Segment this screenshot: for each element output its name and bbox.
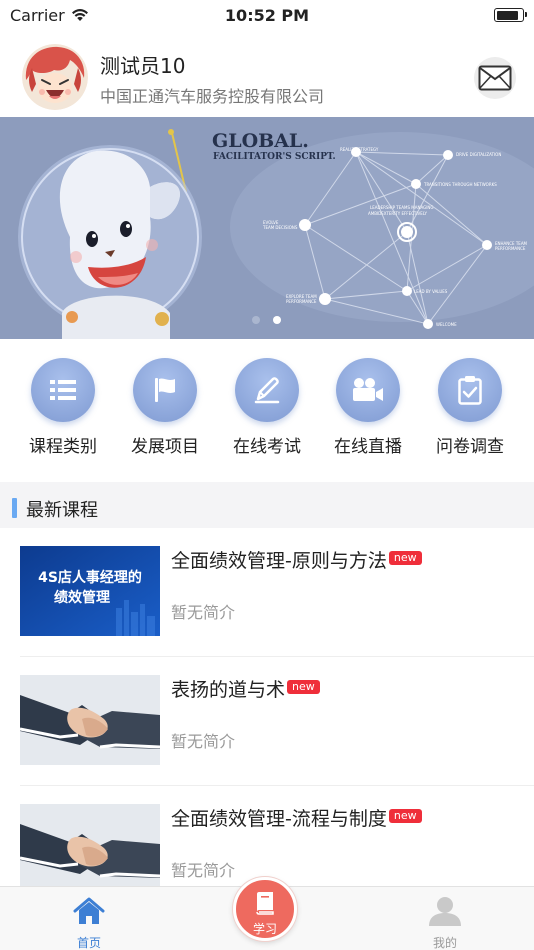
profile-header: 测试员10 中国正通汽车服务控股有限公司 xyxy=(0,40,534,116)
course-title-text: 全面绩效管理-流程与制度 xyxy=(171,808,387,830)
shortcut-development-projects[interactable]: 发展项目 xyxy=(115,358,215,457)
tab-home-label: 首页 xyxy=(76,936,101,950)
promo-banner[interactable]: REALIZE STRATEGY DRIVE DIGITALIZATION TR… xyxy=(0,117,534,339)
banner-illustration: REALIZE STRATEGY DRIVE DIGITALIZATION TR… xyxy=(0,117,534,339)
shortcut-label: 课程类别 xyxy=(29,437,97,457)
clipboard-check-icon xyxy=(458,376,482,405)
shortcut-grid: 课程类别 发展项目 在线考试 在线直播 问卷调查 xyxy=(0,358,534,468)
course-title-text: 表扬的道与术 xyxy=(171,679,286,701)
net-label-12: LEAD BY VALUES xyxy=(414,289,448,294)
course-description: 暂无简介 xyxy=(171,732,236,751)
video-camera-icon xyxy=(353,378,383,401)
flag-icon xyxy=(155,378,175,402)
tab-mine-label: 我的 xyxy=(432,936,457,950)
course-thumbnail xyxy=(20,804,160,894)
course-title: 全面绩效管理-原则与方法 new xyxy=(171,546,422,573)
course-item[interactable]: 4S店人事经理的 绩效管理 全面绩效管理-原则与方法 new 暂无简介 xyxy=(0,528,534,657)
shortcut-course-categories[interactable]: 课程类别 xyxy=(13,358,113,457)
course-title-text: 全面绩效管理-原则与方法 xyxy=(171,550,387,572)
thumb-text-2: 绩效管理 xyxy=(54,589,110,606)
net-label-9: PERFORMANCE xyxy=(495,246,526,251)
banner-dot-2[interactable] xyxy=(273,316,281,324)
net-label-11: PERFORMANCE xyxy=(286,299,317,304)
net-label-4: LEADERSHIP TEAMS MANAGING xyxy=(370,205,433,210)
wifi-icon xyxy=(71,9,88,21)
net-label-1: REALIZE STRATEGY xyxy=(340,147,379,152)
shortcut-online-exam[interactable]: 在线考试 xyxy=(217,358,317,457)
envelope-icon xyxy=(478,65,512,91)
shortcut-label: 问卷调查 xyxy=(436,437,504,457)
user-name: 测试员10 xyxy=(100,54,186,78)
shortcut-label: 在线直播 xyxy=(334,437,402,457)
carrier-label: Carrier xyxy=(10,5,65,25)
status-bar: Carrier 10:52 PM xyxy=(0,0,534,30)
app-screen: Carrier 10:52 PM 测试员10 中国正通汽车服务控股有限公司 RE… xyxy=(0,0,534,950)
shortcut-circle xyxy=(235,358,299,422)
shortcut-circle xyxy=(31,358,95,422)
shortcut-circle xyxy=(438,358,502,422)
new-badge: new xyxy=(388,551,422,565)
tab-mine[interactable]: 我的 xyxy=(395,887,495,950)
pencil-icon xyxy=(254,377,280,404)
avatar-image xyxy=(22,44,88,110)
course-description: 暂无简介 xyxy=(171,603,236,622)
net-label-5: AMBIDEXTERITY EFFECTIVELY xyxy=(368,211,428,216)
list-icon xyxy=(50,380,76,400)
home-icon xyxy=(73,897,105,924)
net-label-13: WELCOME xyxy=(436,322,457,327)
section-title: 最新课程 xyxy=(26,500,98,521)
shortcut-circle xyxy=(336,358,400,422)
shortcut-label: 在线考试 xyxy=(233,437,301,457)
messages-button[interactable] xyxy=(474,57,516,99)
shortcut-label: 发展项目 xyxy=(131,437,199,457)
company-name: 中国正通汽车服务控股有限公司 xyxy=(100,87,325,106)
net-label-2: DRIVE DIGITALIZATION xyxy=(456,152,501,157)
course-description: 暂无简介 xyxy=(171,861,236,880)
net-label-7: TEAM DECISIONS xyxy=(262,225,298,230)
thumb-text-1: 4S店人事经理的 xyxy=(38,569,142,586)
new-badge: new xyxy=(388,809,422,823)
shortcut-circle xyxy=(133,358,197,422)
course-thumbnail xyxy=(20,675,160,765)
book-icon xyxy=(256,892,274,915)
battery-level xyxy=(496,10,518,20)
course-title: 表扬的道与术 new xyxy=(171,675,320,702)
shortcut-survey[interactable]: 问卷调查 xyxy=(420,358,520,457)
tab-study-label: 学习 xyxy=(252,922,277,936)
course-item[interactable]: 表扬的道与术 new 暂无简介 xyxy=(0,657,534,786)
section-accent-bar xyxy=(12,498,17,518)
shortcut-live-stream[interactable]: 在线直播 xyxy=(318,358,418,457)
net-label-3: TRANSITIONS THROUGH NETWORKS xyxy=(423,182,497,187)
tab-home[interactable]: 首页 xyxy=(39,887,139,950)
new-badge: new xyxy=(287,680,320,694)
course-thumbnail: 4S店人事经理的 绩效管理 xyxy=(20,546,160,636)
course-title: 全面绩效管理-流程与制度 new xyxy=(171,804,422,831)
battery-icon xyxy=(494,8,527,22)
user-icon xyxy=(429,897,461,926)
banner-dot-1[interactable] xyxy=(252,316,260,324)
banner-headline: GLOBAL. xyxy=(212,130,309,152)
avatar[interactable] xyxy=(22,44,88,110)
banner-subheadline: FACILITATOR'S SCRIPT. xyxy=(213,152,336,162)
tab-study[interactable]: 学习 xyxy=(233,877,297,941)
status-left: Carrier xyxy=(10,6,89,25)
